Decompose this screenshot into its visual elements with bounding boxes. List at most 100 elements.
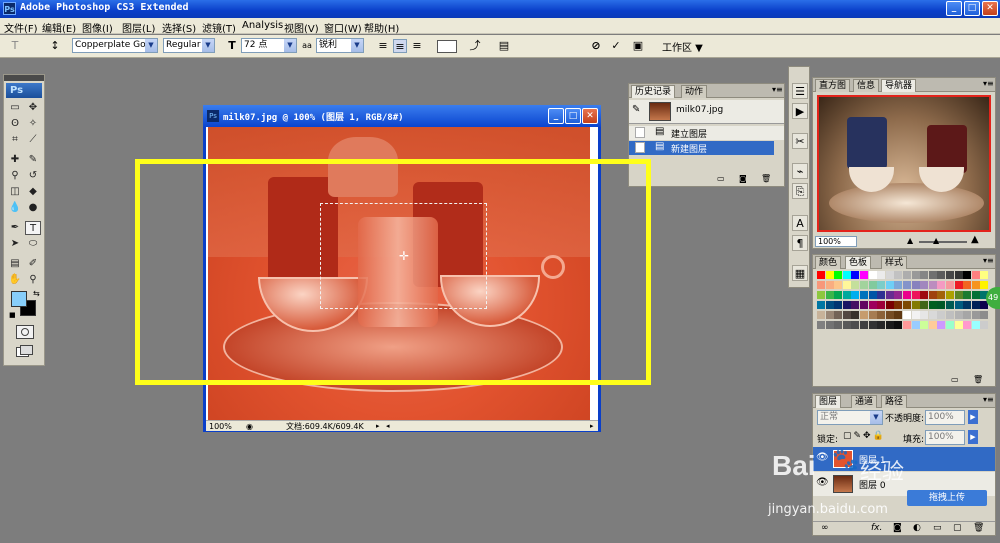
swatch[interactable] (928, 311, 937, 319)
paint-bucket-icon[interactable]: ◆ (25, 185, 41, 199)
tab-paths[interactable]: 路径 (881, 395, 908, 408)
menu-filter[interactable]: 滤镜(T) (202, 20, 236, 35)
panel-menu-icon[interactable]: ▾≡ (983, 79, 994, 88)
zoom-tool-icon[interactable]: ⚲ (25, 273, 41, 287)
eyedropper-tool-icon[interactable]: ✐ (25, 257, 41, 271)
swatch[interactable] (834, 271, 843, 279)
move-tool-icon[interactable]: ✥ (25, 101, 41, 115)
swatch[interactable] (851, 301, 860, 309)
align-center-icon[interactable]: ≡ (393, 39, 407, 53)
swatch[interactable] (911, 321, 920, 329)
swatch[interactable] (920, 321, 929, 329)
history-checkbox[interactable] (635, 142, 645, 153)
quick-mask-icon[interactable] (16, 325, 34, 339)
cancel-edit-icon[interactable]: ⊘ (589, 39, 603, 53)
swatch[interactable] (920, 291, 929, 299)
swatch[interactable] (877, 321, 886, 329)
tab-navigator[interactable]: 导航器 (881, 79, 917, 92)
swatch[interactable] (928, 281, 937, 289)
align-right-icon[interactable]: ≡ (410, 39, 424, 53)
panel-menu-icon[interactable]: ▾≡ (983, 395, 994, 404)
swatch[interactable] (928, 321, 937, 329)
minimize-button[interactable]: _ (946, 1, 962, 16)
swatch[interactable] (817, 291, 825, 299)
swatch[interactable] (894, 321, 903, 329)
font-size-select[interactable]: 72 点 ▼ (241, 38, 297, 53)
swatch[interactable] (954, 301, 963, 309)
swatch[interactable] (851, 311, 860, 319)
brush-source-icon[interactable]: ✎ (632, 104, 640, 115)
blend-mode-select[interactable]: 正常 ▼ (817, 410, 883, 425)
tab-styles[interactable]: 样式 (881, 256, 908, 269)
swatch[interactable] (885, 301, 894, 309)
panel-menu-icon[interactable]: ▾≡ (983, 256, 994, 265)
swatch[interactable] (885, 311, 894, 319)
type-tool-preset-icon[interactable]: T (8, 39, 22, 53)
text-orientation-icon[interactable]: ↕ (48, 39, 62, 53)
type-tool-icon[interactable]: T (25, 221, 41, 235)
swatch[interactable] (971, 301, 980, 309)
swatch[interactable] (842, 281, 851, 289)
commit-edit-icon[interactable]: ✓ (609, 39, 623, 53)
history-snapshot[interactable]: ✎ milk07.jpg (629, 100, 784, 124)
swatch[interactable] (946, 321, 954, 329)
swatch[interactable] (877, 291, 886, 299)
swatch[interactable] (920, 271, 929, 279)
ellipse-tool-icon[interactable]: ⬭ (25, 237, 41, 251)
layer-comps-icon[interactable]: ▦ (792, 265, 808, 281)
doc-minimize-button[interactable]: _ (548, 108, 564, 124)
menu-layer[interactable]: 图层(L) (122, 20, 155, 35)
character-panel-icon[interactable]: ▤ (497, 39, 511, 53)
menu-edit[interactable]: 编辑(E) (42, 20, 76, 35)
swatch[interactable] (980, 311, 989, 319)
hand-tool-icon[interactable]: ✋ (7, 273, 23, 287)
swatch[interactable] (860, 291, 868, 299)
swatch[interactable] (851, 291, 860, 299)
swatch[interactable] (834, 311, 843, 319)
swatch[interactable] (860, 311, 868, 319)
history-checkbox[interactable] (635, 127, 645, 138)
swatch[interactable] (825, 271, 834, 279)
clone-source-icon[interactable]: ⎘ (792, 183, 808, 199)
swatch[interactable] (868, 291, 877, 299)
swatch[interactable] (954, 311, 963, 319)
swatch[interactable] (971, 311, 980, 319)
swatch[interactable] (928, 271, 937, 279)
menu-view[interactable]: 视图(V) (284, 20, 319, 35)
swatch[interactable] (894, 301, 903, 309)
slice-tool-icon[interactable]: ⟋ (25, 133, 41, 147)
swatch[interactable] (885, 291, 894, 299)
path-selection-icon[interactable]: ➤ (7, 237, 23, 251)
delete-swatch-icon[interactable]: 🗑 (973, 375, 983, 384)
swatch[interactable] (946, 291, 954, 299)
history-item-selected[interactable]: ▤ 新建图层 (629, 141, 774, 155)
swatch[interactable] (817, 301, 825, 309)
swatch[interactable] (834, 321, 843, 329)
zoom-field[interactable]: 100% (209, 421, 232, 432)
dodge-tool-icon[interactable]: ● (25, 201, 41, 215)
scroll-left-icon[interactable]: ◂ (386, 421, 390, 432)
swatch[interactable] (928, 291, 937, 299)
swatch[interactable] (954, 271, 963, 279)
swatch[interactable] (937, 311, 946, 319)
maximize-button[interactable]: □ (964, 1, 980, 16)
swatch[interactable] (817, 321, 825, 329)
bridge-icon[interactable]: ▣ (631, 39, 645, 53)
swatch[interactable] (971, 271, 980, 279)
swatch[interactable] (937, 281, 946, 289)
tab-info[interactable]: 信息 (853, 79, 880, 92)
swatch[interactable] (903, 301, 911, 309)
status-menu-icon[interactable]: ◉ (246, 421, 253, 432)
swatch[interactable] (860, 321, 868, 329)
crop-tool-icon[interactable]: ⌗ (7, 133, 23, 147)
tab-color[interactable]: 颜色 (815, 256, 842, 269)
swatch[interactable] (834, 281, 843, 289)
swatch[interactable] (971, 281, 980, 289)
swatch[interactable] (834, 291, 843, 299)
opacity-arrow-icon[interactable]: ▶ (968, 410, 978, 424)
tab-history[interactable]: 历史记录 (631, 85, 676, 98)
menu-select[interactable]: 选择(S) (162, 20, 196, 35)
menu-help[interactable]: 帮助(H) (364, 20, 399, 35)
swatch[interactable] (980, 321, 989, 329)
healing-brush-icon[interactable]: ✚ (7, 153, 23, 167)
